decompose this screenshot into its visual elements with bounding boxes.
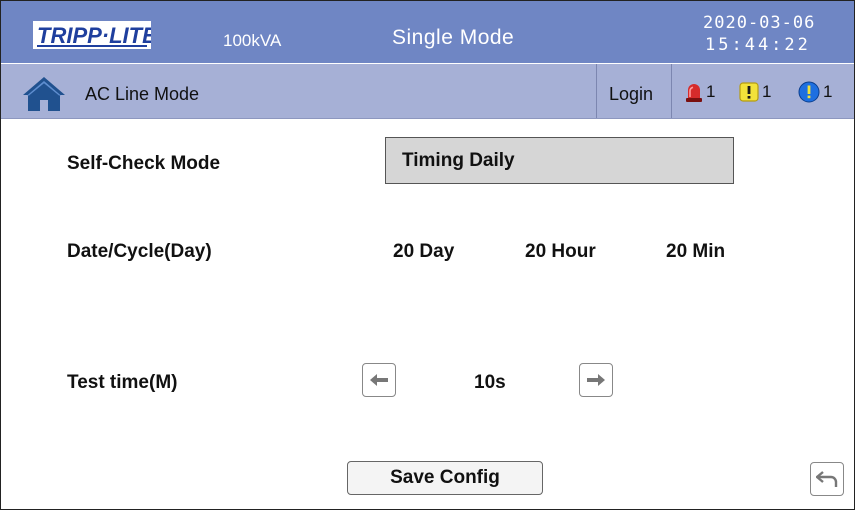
save-config-label: Save Config <box>390 467 500 488</box>
return-icon <box>816 471 838 487</box>
critical-alarm-indicator[interactable]: 1 <box>685 81 715 103</box>
operation-mode-title: Single Mode <box>392 26 515 49</box>
home-icon[interactable] <box>22 75 66 113</box>
date-cycle-label: Date/Cycle(Day) <box>67 241 212 262</box>
tripp-lite-logo: TRIPP·LITE <box>33 21 151 49</box>
capacity-label: 100kVA <box>223 31 282 50</box>
status-bar: AC Line Mode Login 1 1 1 <box>1 64 854 119</box>
info-count: 1 <box>823 82 833 101</box>
warning-alarm-indicator[interactable]: 1 <box>739 81 771 103</box>
line-mode-status: AC Line Mode <box>85 84 200 104</box>
day-value[interactable]: 20 Day <box>393 241 454 263</box>
self-check-mode-label: Self-Check Mode <box>67 153 221 174</box>
top-bar: TRIPP·LITE 100kVA Single Mode 2020-03-06… <box>1 1 854 63</box>
date-text: 2020-03-06 <box>703 13 816 33</box>
siren-icon <box>686 84 702 102</box>
date-time: 2020-03-06 15:44:22 <box>703 12 853 56</box>
divider <box>596 64 597 118</box>
info-alarm-indicator[interactable]: 1 <box>798 81 832 103</box>
test-time-label: Test time(M) <box>67 372 178 393</box>
decrease-test-time-button[interactable] <box>362 363 396 397</box>
hour-value[interactable]: 20 Hour <box>525 241 596 263</box>
test-time-value: 10s <box>474 372 506 393</box>
time-text: 15:44:22 <box>705 35 811 55</box>
arrow-right-icon <box>587 374 605 386</box>
brand-text: TRIPP·LITE <box>37 23 151 48</box>
warning-count: 1 <box>762 82 772 101</box>
exclamation-warning-icon <box>739 82 759 102</box>
self-check-mode-select[interactable]: Timing Daily <box>385 137 734 184</box>
divider <box>671 64 672 118</box>
arrow-left-icon <box>370 374 388 386</box>
back-button[interactable] <box>810 462 844 496</box>
exclamation-info-icon <box>798 81 820 103</box>
critical-count: 1 <box>706 82 716 101</box>
increase-test-time-button[interactable] <box>579 363 613 397</box>
save-config-button[interactable]: Save Config <box>347 461 543 495</box>
login-button[interactable]: Login <box>609 84 653 105</box>
minute-value[interactable]: 20 Min <box>666 241 725 263</box>
